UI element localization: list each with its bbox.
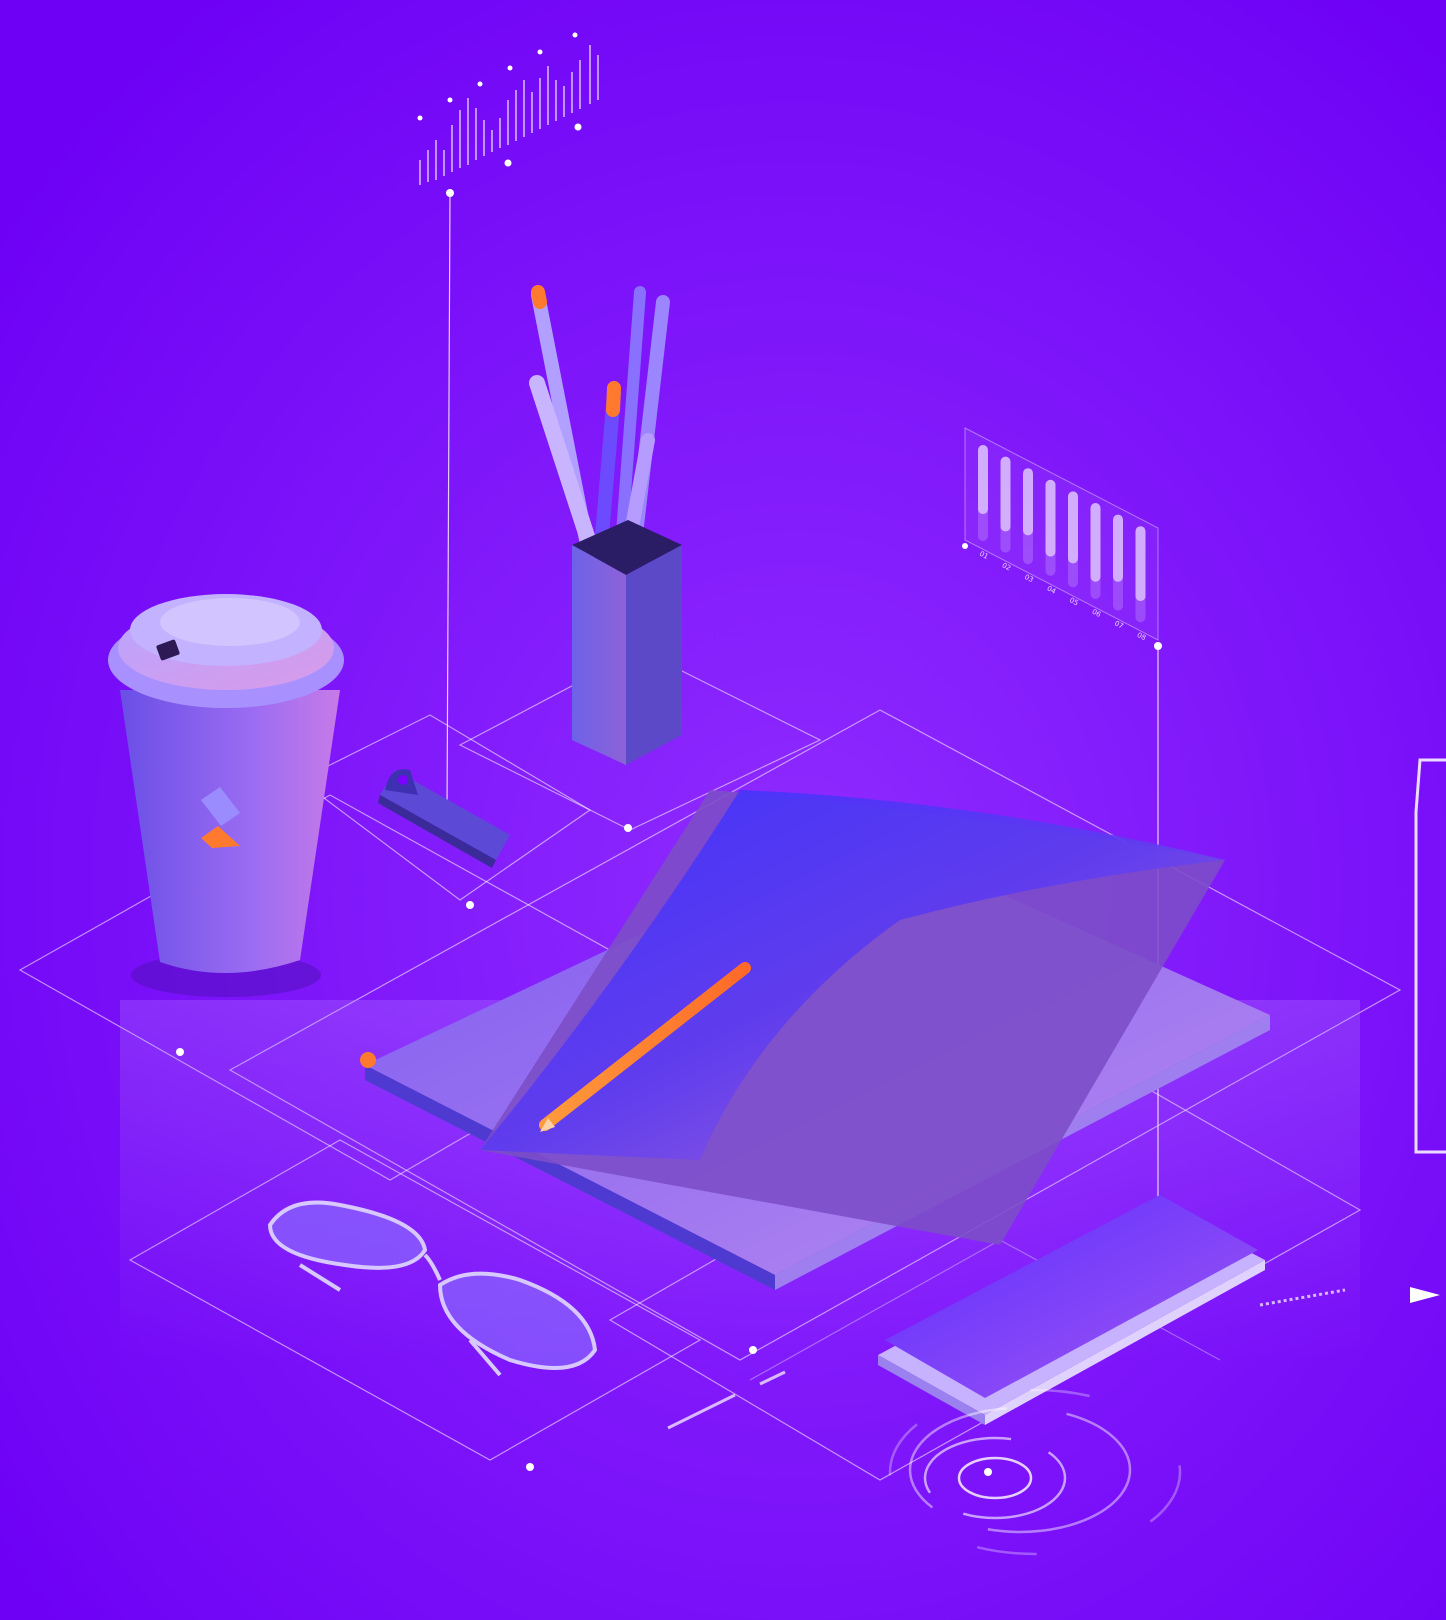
bar-fill <box>1090 503 1101 582</box>
bar-fill <box>1045 479 1056 557</box>
bar-fill <box>1113 514 1123 582</box>
isometric-desk-scene: 0102030405060708 <box>0 0 1446 1620</box>
bar-fill <box>1135 526 1146 602</box>
bar-fill <box>1000 456 1011 532</box>
bar-fill <box>978 445 988 515</box>
bar-fill <box>1023 468 1033 536</box>
bar-fill <box>1068 491 1078 564</box>
